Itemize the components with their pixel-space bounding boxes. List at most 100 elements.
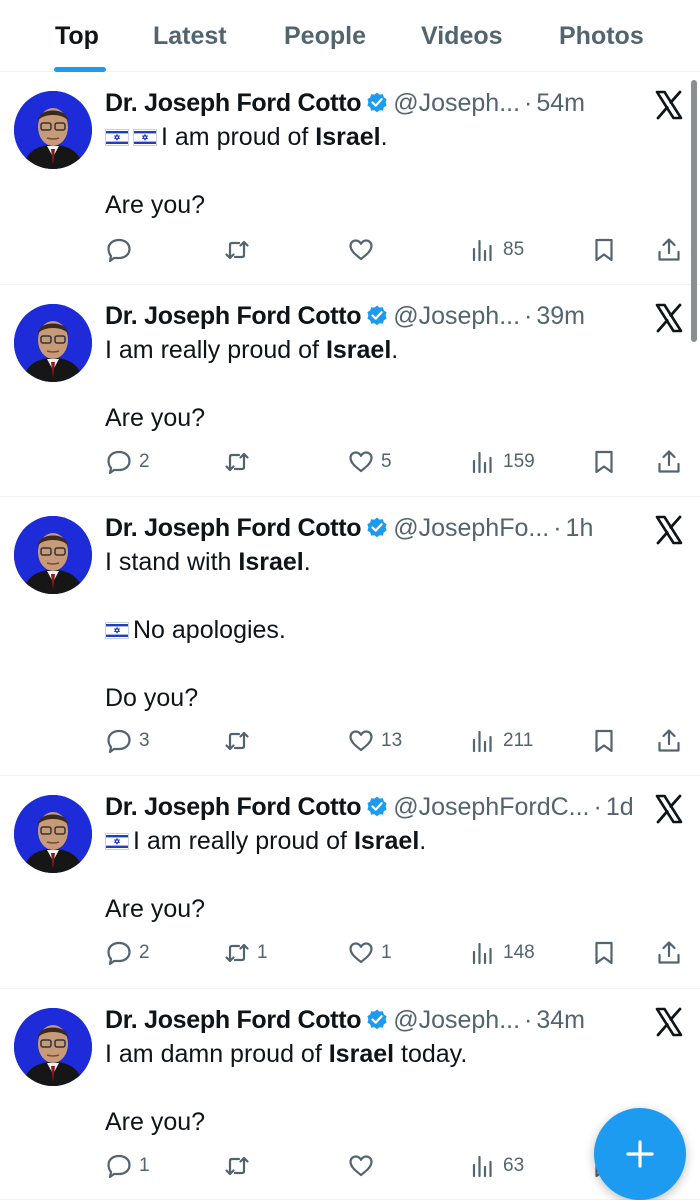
compose-button[interactable] [594,1108,686,1200]
separator-dot: · [553,514,562,542]
retweet-button[interactable] [223,447,257,477]
avatar[interactable] [14,304,92,382]
tweet-text-line: Do you? [105,681,198,715]
author-handle[interactable]: @JosephFo... [393,514,549,542]
tweet-actions: 2 1 1 148 [105,938,685,968]
views-button[interactable]: 148 [469,938,535,968]
reply-button[interactable] [105,235,139,265]
separator-dot: · [524,302,533,330]
timestamp[interactable]: 1d [606,793,634,821]
tweet[interactable]: Dr. Joseph Ford Cotto @JosephFordC... · 1d I… [0,776,700,989]
avatar[interactable] [14,516,92,594]
bookmark-icon [595,238,613,262]
like-button[interactable] [347,235,381,265]
reply-button[interactable]: 3 [105,726,150,756]
timestamp[interactable]: 1h [566,514,594,542]
heart-icon [349,239,373,261]
author-handle[interactable]: @JosephFordC... [393,793,589,821]
timestamp[interactable]: 54m [536,89,585,117]
author-name[interactable]: Dr. Joseph Ford Cotto [105,89,362,117]
bookmark-button[interactable] [590,235,618,265]
author-name[interactable]: Dr. Joseph Ford Cotto [105,1006,362,1034]
reply-button[interactable]: 2 [105,447,150,477]
author-handle[interactable]: @Joseph... [393,1006,520,1034]
retweet-icon [225,1156,249,1176]
x-logo-icon[interactable] [654,794,684,824]
tab-videos[interactable]: Videos [421,20,503,52]
search-tabs: Top Latest People Videos Photos [0,0,700,72]
views-button[interactable]: 63 [469,1151,524,1181]
views-count: 159 [503,451,535,472]
bookmark-button[interactable] [590,447,618,477]
x-logo-icon[interactable] [654,515,684,545]
reply-button[interactable]: 2 [105,938,150,968]
author-handle[interactable]: @Joseph... [393,89,520,117]
bookmark-icon [595,729,613,753]
text-segment: . [380,123,388,151]
share-button[interactable] [655,447,683,477]
views-button[interactable]: 159 [469,447,535,477]
retweet-button[interactable] [223,726,257,756]
reply-icon [107,941,131,966]
x-logo-icon[interactable] [654,303,684,333]
reply-icon [107,450,131,475]
bookmark-button[interactable] [590,726,618,756]
tab-top[interactable]: Top [55,20,99,52]
text-segment: I am really proud of [133,827,354,855]
like-button[interactable] [347,1151,381,1181]
retweet-button[interactable]: 1 [223,938,268,968]
share-icon [658,729,680,752]
retweet-icon [225,452,249,472]
separator-dot: · [524,1006,533,1034]
like-button[interactable]: 13 [347,726,402,756]
tab-latest[interactable]: Latest [153,20,227,52]
text-segment: I stand with [105,548,239,576]
like-button[interactable]: 5 [347,447,392,477]
verified-badge-icon [367,92,387,113]
reply-button[interactable]: 1 [105,1151,150,1181]
retweets-count: 1 [257,942,268,963]
tab-people[interactable]: People [284,20,366,52]
replies-count: 2 [139,942,150,963]
author-name[interactable]: Dr. Joseph Ford Cotto [105,302,362,330]
timestamp[interactable]: 39m [536,302,585,330]
retweet-button[interactable] [223,1151,257,1181]
timestamp[interactable]: 34m [536,1006,585,1034]
avatar[interactable] [14,795,92,873]
tweet[interactable]: Dr. Joseph Ford Cotto @Joseph... · 34m I am … [0,989,700,1200]
views-count: 148 [503,942,535,963]
views-button[interactable]: 85 [469,235,524,265]
tweet-text-line: Are you? [105,892,205,926]
tweet-actions: 3 13 211 [105,726,685,756]
tweet[interactable]: Dr. Joseph Ford Cotto @Joseph... · 39m I am … [0,285,700,497]
tweet-text-line: Are you? [105,1105,205,1139]
like-button[interactable]: 1 [347,938,392,968]
share-button[interactable] [655,938,683,968]
tweet-text-line: I am really proud of Israel. [105,333,398,367]
tab-photos[interactable]: Photos [559,20,644,52]
views-icon [472,942,492,965]
x-logo-icon[interactable] [654,1007,684,1037]
highlighted-term: Israel [315,123,381,151]
views-button[interactable]: 211 [469,726,533,756]
text-segment: I am really proud of [105,336,326,364]
tweet[interactable]: Dr. Joseph Ford Cotto @Joseph... · 54m I am … [0,72,700,285]
avatar[interactable] [14,1008,92,1086]
author-name[interactable]: Dr. Joseph Ford Cotto [105,793,362,821]
views-icon [472,730,492,753]
author-handle[interactable]: @Joseph... [393,302,520,330]
text-segment: Are you? [105,895,206,923]
views-count: 63 [503,1155,525,1176]
retweet-button[interactable] [223,235,257,265]
share-button[interactable] [655,726,683,756]
share-button[interactable] [655,235,683,265]
replies-count: 1 [139,1155,150,1176]
bookmark-icon [595,941,613,965]
avatar[interactable] [14,91,92,169]
separator-dot: · [524,89,533,117]
x-logo-icon[interactable] [654,90,684,120]
tweet[interactable]: Dr. Joseph Ford Cotto @JosephFo... · 1h I st… [0,497,700,776]
bookmark-button[interactable] [590,938,618,968]
author-name[interactable]: Dr. Joseph Ford Cotto [105,514,362,542]
scrollbar[interactable] [691,80,697,342]
